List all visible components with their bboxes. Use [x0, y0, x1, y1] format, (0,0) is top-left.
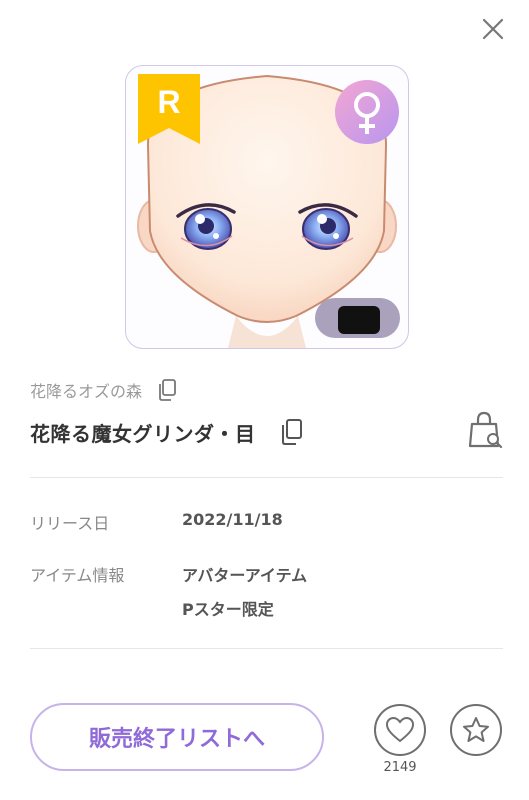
item-title: 花降る魔女グリンダ・目 [30, 421, 256, 446]
brand-name: 花降るオズの森 [30, 382, 143, 401]
divider [30, 648, 503, 649]
close-icon[interactable] [480, 16, 506, 42]
redacted-block [338, 306, 380, 334]
release-date-value: 2022/11/18 [182, 510, 283, 529]
title-row: 花降る魔女グリンダ・目 [30, 416, 304, 448]
item-info-label: アイテム情報 [30, 566, 125, 585]
like-button[interactable] [374, 704, 426, 756]
favorite-button[interactable] [450, 704, 502, 756]
shopping-bag-search-icon[interactable] [466, 410, 504, 450]
item-thumbnail: R [125, 65, 409, 349]
rarity-label: R [157, 84, 181, 120]
item-info-value: Pスター限定 [182, 600, 274, 619]
copy-icon[interactable] [156, 378, 178, 402]
like-count: 2149 [383, 760, 417, 775]
item-info-value: アバターアイテム [182, 566, 308, 585]
female-gender-icon [335, 80, 399, 144]
divider [30, 477, 503, 478]
release-date-label: リリース日 [30, 514, 110, 533]
heart-icon [386, 717, 414, 743]
star-icon [463, 717, 489, 742]
copy-icon[interactable] [278, 418, 304, 446]
brand-row: 花降るオズの森 [30, 377, 178, 403]
sold-out-list-button[interactable]: 販売終了リストへ [30, 703, 324, 771]
